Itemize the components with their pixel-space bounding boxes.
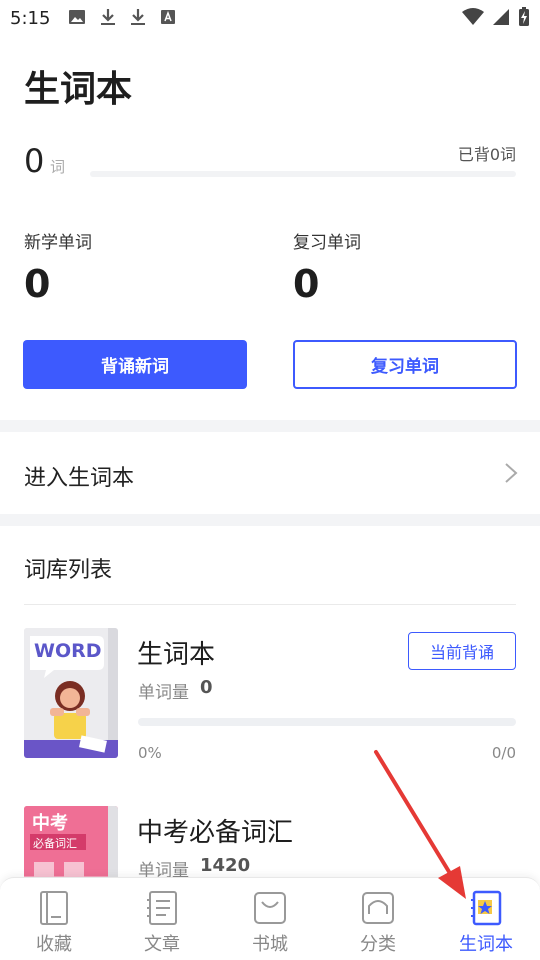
notification-icons: [68, 8, 176, 26]
bookmark-icon: [40, 891, 68, 925]
memorized-count-label: 已背0词: [457, 145, 516, 164]
book-count-value: 0: [200, 677, 213, 698]
book-name: 中考必备词汇: [137, 818, 294, 848]
bookstore-icon: [254, 892, 286, 924]
download-icon: [131, 9, 145, 25]
nav-item-bookstore[interactable]: 书城: [216, 878, 324, 960]
new-words-value: 0: [24, 262, 51, 306]
font-icon: [161, 10, 175, 24]
book-progress-percent: 0%: [138, 744, 162, 762]
book-progress-bar: [138, 718, 516, 726]
category-icon: [362, 892, 394, 924]
review-words-value: 0: [293, 262, 320, 306]
enter-vocab-book-label: 进入生词本: [24, 466, 135, 491]
book-count-value: 1420: [200, 855, 251, 876]
book-cover-zhongkao-title: 中考: [32, 813, 68, 834]
book-progress-ratio: 0/0: [491, 744, 516, 762]
word-count-value: 0: [24, 142, 45, 180]
review-words-label: 复习单词: [293, 233, 361, 253]
bottom-navigation: 收藏 文章 书城 分类 生词本: [0, 877, 540, 960]
book-cover-word-text: WORD: [34, 640, 102, 662]
wifi-icon: [462, 8, 484, 25]
book-cover-zhongkao-subtitle: 必备词汇: [33, 837, 77, 850]
library-list-title: 词库列表: [24, 558, 113, 583]
enter-vocab-book-row[interactable]: 进入生词本: [0, 432, 540, 514]
status-time: 5:15: [10, 8, 51, 29]
overall-progress-bar: [90, 171, 516, 177]
status-bar: 5:15: [0, 0, 540, 36]
article-icon: [147, 891, 177, 925]
signal-icon: [493, 9, 509, 25]
book-count-label: 单词量: [138, 683, 189, 703]
memorize-new-words-button[interactable]: 背诵新词: [23, 340, 247, 389]
section-divider: [0, 420, 540, 432]
book-cover-word: WORD: [24, 628, 118, 758]
nav-item-favorites[interactable]: 收藏: [0, 878, 108, 960]
download-icon: [101, 9, 115, 25]
nav-label: 书城: [252, 934, 288, 955]
nav-label: 文章: [144, 934, 180, 955]
image-icon: [69, 10, 85, 24]
section-rule: [24, 604, 516, 605]
nav-label: 收藏: [36, 934, 72, 955]
page-title: 生词本: [24, 69, 133, 110]
review-words-button[interactable]: 复习单词: [293, 340, 517, 389]
chevron-right-icon: [505, 463, 518, 483]
vocab-book-icon: [471, 890, 502, 926]
nav-item-vocab-book[interactable]: 生词本: [432, 878, 540, 960]
system-icons: [462, 7, 530, 27]
battery-icon: [519, 7, 529, 26]
nav-item-articles[interactable]: 文章: [108, 878, 216, 960]
current-memorizing-badge[interactable]: 当前背诵: [408, 632, 516, 670]
nav-label: 生词本: [459, 934, 513, 955]
section-divider: [0, 514, 540, 526]
word-count-unit: 词: [50, 158, 66, 176]
nav-label: 分类: [360, 934, 396, 955]
book-name: 生词本: [137, 640, 216, 670]
new-words-label: 新学单词: [24, 233, 92, 253]
nav-item-category[interactable]: 分类: [324, 878, 432, 960]
